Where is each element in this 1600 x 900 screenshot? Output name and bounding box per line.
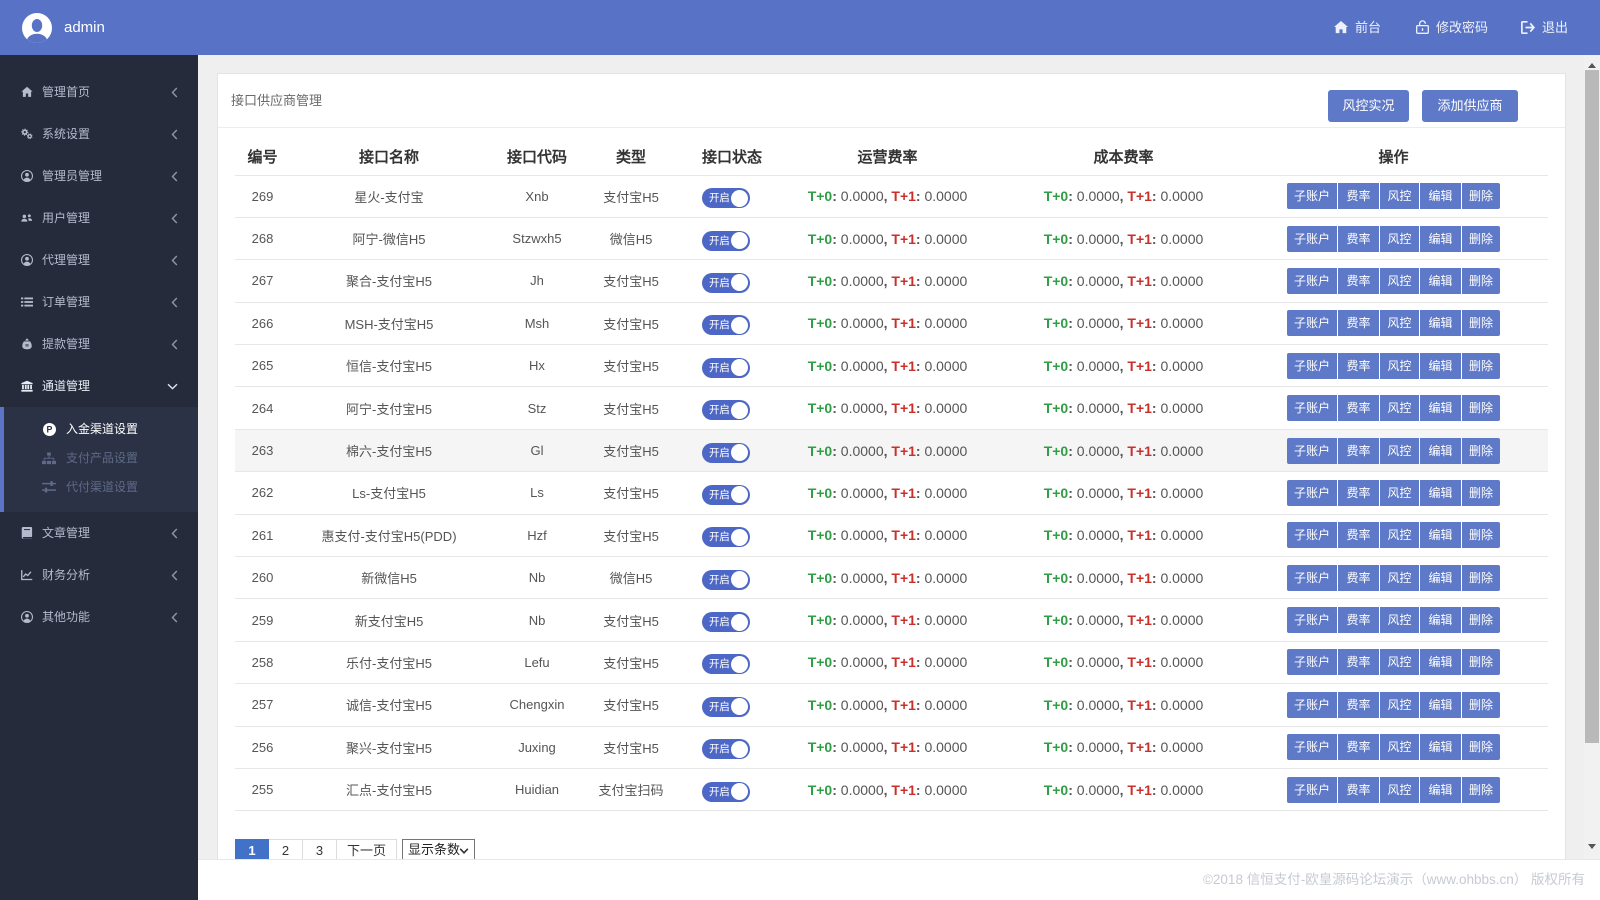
svg-text:P: P <box>46 425 52 435</box>
